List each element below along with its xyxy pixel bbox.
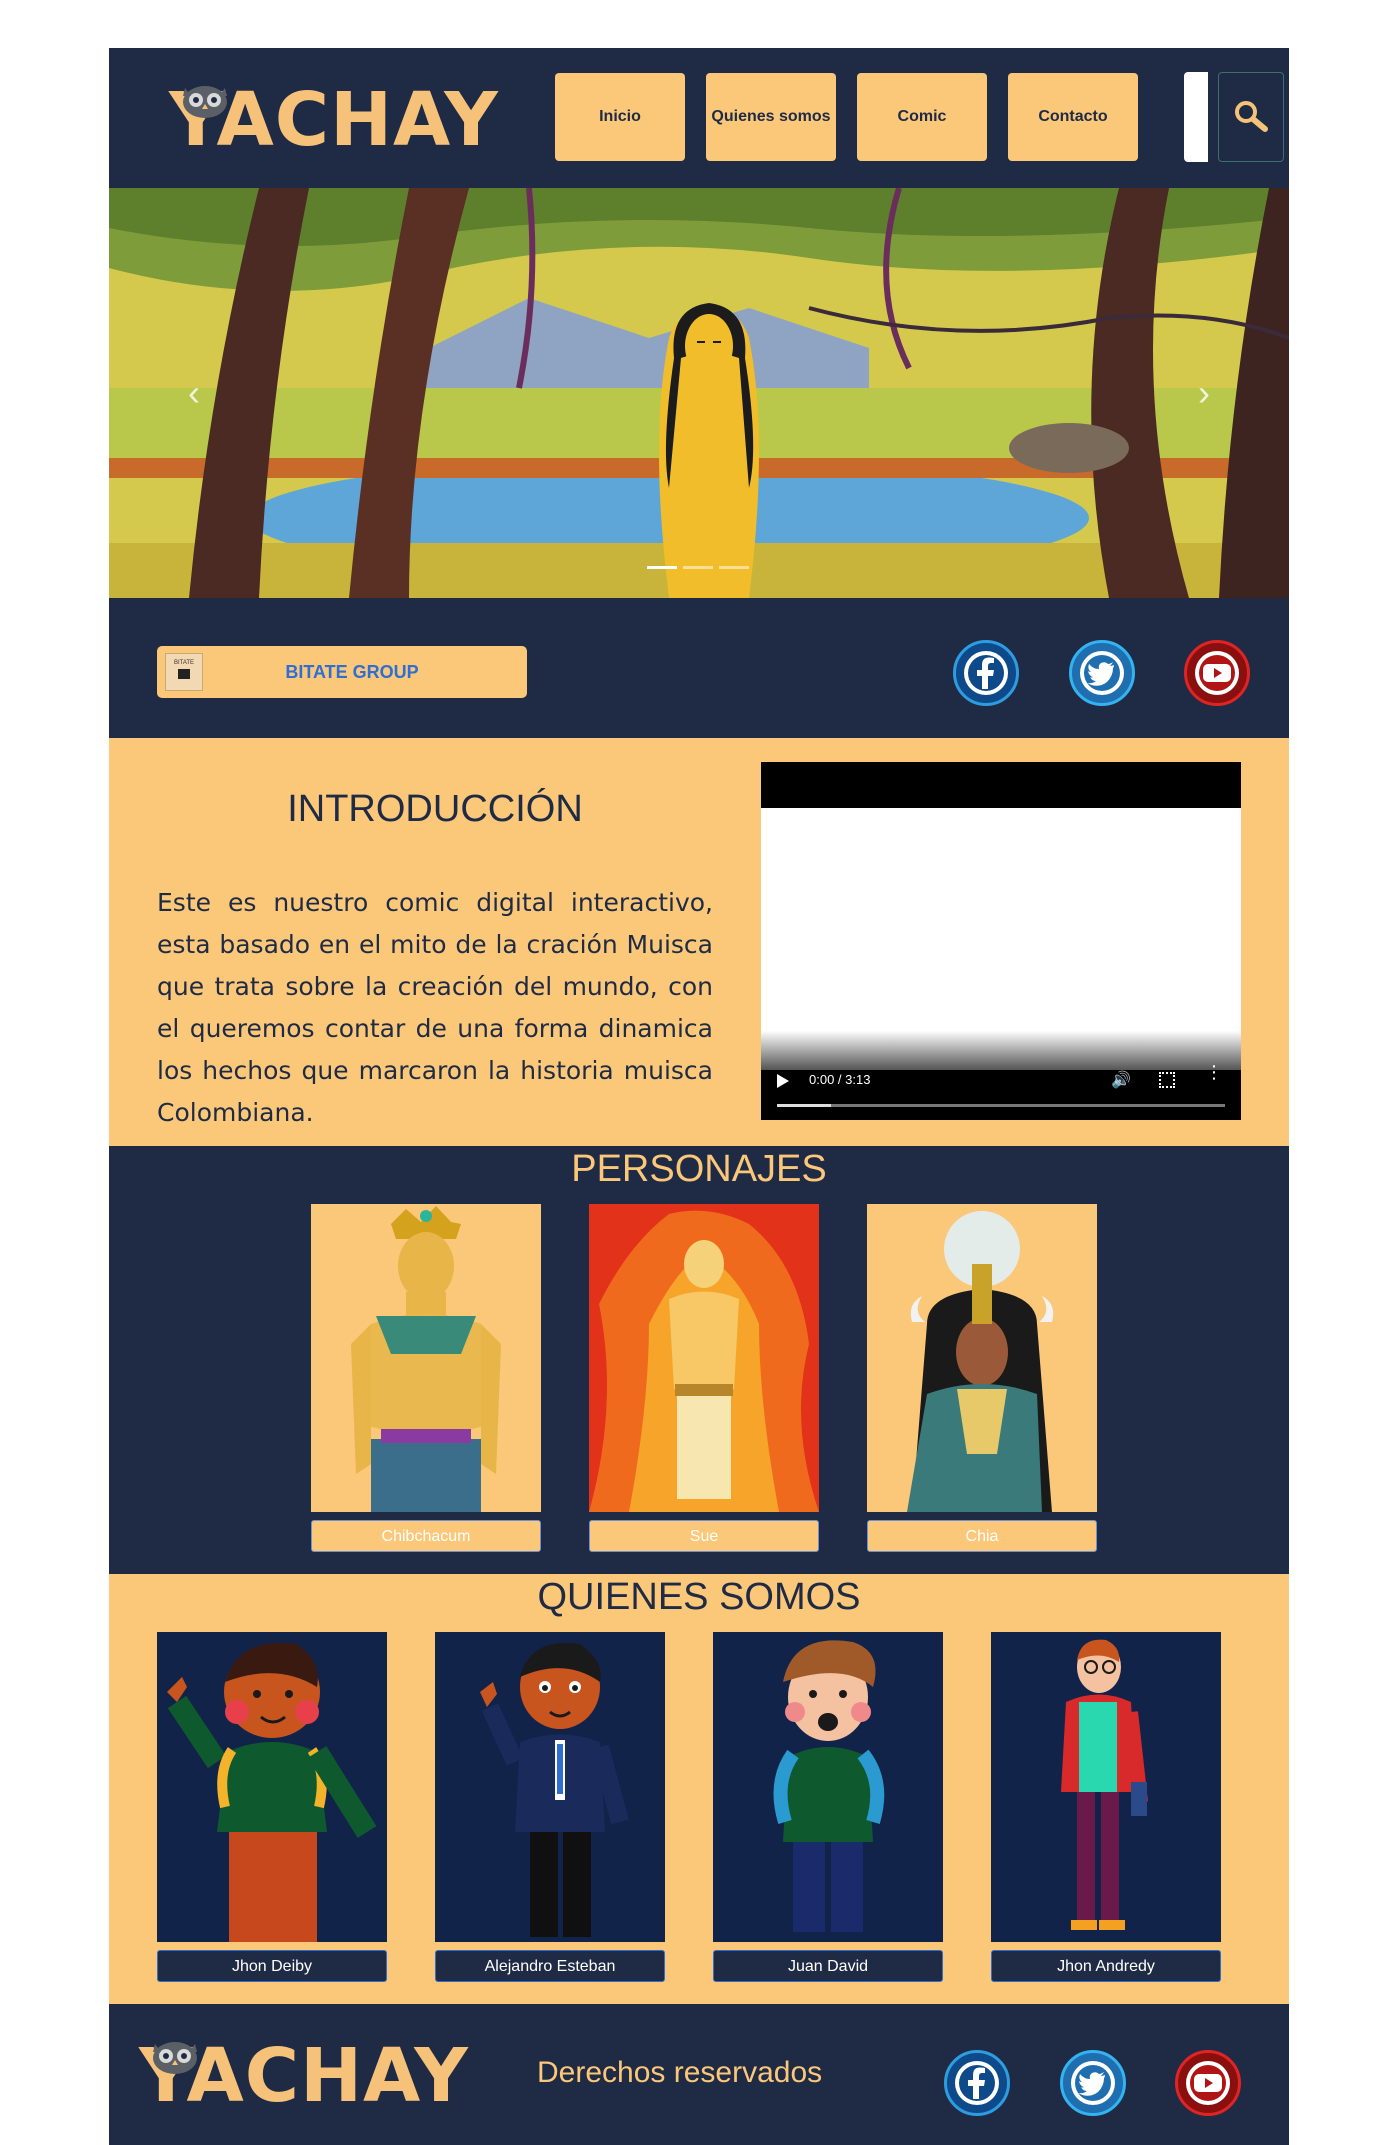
nav-quienes-somos[interactable]: Quienes somos bbox=[706, 73, 836, 161]
team-card: Jhon Deiby bbox=[157, 1632, 387, 1982]
fullscreen-icon[interactable] bbox=[1159, 1072, 1175, 1088]
team-member-label[interactable]: Jhon Andredy bbox=[991, 1950, 1221, 1982]
carousel-indicators bbox=[647, 566, 749, 569]
footer-twitter-button[interactable] bbox=[1060, 2050, 1126, 2116]
chia-image[interactable] bbox=[867, 1204, 1097, 1512]
juan-david-avatar[interactable] bbox=[713, 1632, 943, 1942]
carousel-dot-1[interactable] bbox=[647, 566, 677, 569]
owl-icon bbox=[153, 2042, 197, 2074]
jhon-andredy-avatar[interactable] bbox=[991, 1632, 1221, 1942]
twitter-button[interactable] bbox=[1069, 640, 1135, 706]
quienes-somos-title: QUIENES SOMOS bbox=[537, 1576, 861, 1618]
footer-youtube-button[interactable] bbox=[1175, 2050, 1241, 2116]
site: YACHAY Inicio Quienes somos Comic Contac… bbox=[109, 48, 1289, 2145]
bitate-group-button[interactable]: BITATE BITATE GROUP bbox=[157, 646, 527, 698]
volume-icon[interactable]: 🔊 bbox=[1111, 1070, 1131, 1090]
quienes-somos-section: QUIENES SOMOS Jhon Deiby Alejandro Esteb… bbox=[109, 1574, 1289, 2004]
team-card: Jhon Andredy bbox=[991, 1632, 1221, 1982]
character-label[interactable]: Sue bbox=[589, 1520, 819, 1552]
carousel-dot-2[interactable] bbox=[683, 566, 713, 569]
footer-rights-text: Derechos reservados bbox=[537, 2056, 823, 2089]
hero-jungle-illustration bbox=[109, 188, 1289, 598]
intro-title: INTRODUCCIÓN bbox=[287, 788, 583, 830]
character-card: Chia bbox=[867, 1204, 1097, 1552]
footer: YACHAY Derechos reservados bbox=[109, 2004, 1289, 2145]
search-button[interactable] bbox=[1218, 72, 1284, 162]
team-member-label[interactable]: Jhon Deiby bbox=[157, 1950, 387, 1982]
video-controls: 0:00 / 3:13 🔊 ⋮ bbox=[761, 1056, 1241, 1120]
character-label[interactable]: Chibchacum bbox=[311, 1520, 541, 1552]
carousel-next-arrow[interactable]: › bbox=[1189, 373, 1219, 413]
logo[interactable]: YACHAY bbox=[169, 70, 499, 170]
play-icon[interactable] bbox=[777, 1074, 789, 1088]
character-card: Sue bbox=[589, 1204, 819, 1552]
video-progress-fill bbox=[777, 1104, 831, 1107]
search-icon bbox=[1235, 101, 1268, 132]
personajes-title: PERSONAJES bbox=[571, 1148, 827, 1190]
character-label[interactable]: Chia bbox=[867, 1520, 1097, 1552]
team-member-label[interactable]: Juan David bbox=[713, 1950, 943, 1982]
video-progress-bar[interactable] bbox=[777, 1104, 1225, 1107]
more-options-icon[interactable]: ⋮ bbox=[1205, 1063, 1223, 1081]
social-bar: BITATE BITATE GROUP bbox=[109, 598, 1289, 738]
carousel-prev-arrow[interactable]: ‹ bbox=[179, 373, 209, 413]
footer-facebook-button[interactable] bbox=[944, 2050, 1010, 2116]
facebook-button[interactable] bbox=[953, 640, 1019, 706]
alejandro-esteban-avatar[interactable] bbox=[435, 1632, 665, 1942]
nav-comic[interactable]: Comic bbox=[857, 73, 987, 161]
video-time: 0:00 / 3:13 bbox=[809, 1072, 871, 1087]
video-screen[interactable] bbox=[761, 808, 1241, 1070]
search-input[interactable] bbox=[1184, 72, 1208, 162]
header: YACHAY Inicio Quienes somos Comic Contac… bbox=[109, 48, 1289, 188]
facebook-icon bbox=[964, 651, 1008, 695]
team-card: Alejandro Esteban bbox=[435, 1632, 665, 1982]
youtube-icon bbox=[1195, 651, 1239, 695]
bitate-group-label: BITATE GROUP bbox=[285, 662, 419, 682]
character-card: Chibchacum bbox=[311, 1204, 541, 1552]
youtube-button[interactable] bbox=[1184, 640, 1250, 706]
hero-carousel: ‹ › bbox=[109, 188, 1289, 598]
nav-inicio[interactable]: Inicio bbox=[555, 73, 685, 161]
sue-image[interactable] bbox=[589, 1204, 819, 1512]
carousel-dot-3[interactable] bbox=[719, 566, 749, 569]
introduction-section: INTRODUCCIÓN Este es nuestro comic digit… bbox=[109, 738, 1289, 1146]
video-player[interactable]: 0:00 / 3:13 🔊 ⋮ bbox=[761, 762, 1241, 1120]
youtube-icon bbox=[1186, 2061, 1230, 2105]
twitter-icon bbox=[1071, 2061, 1115, 2105]
owl-icon bbox=[183, 86, 227, 118]
footer-logo[interactable]: YACHAY bbox=[139, 2026, 469, 2126]
jhon-deiby-avatar[interactable] bbox=[157, 1632, 387, 1942]
nav-contacto[interactable]: Contacto bbox=[1008, 73, 1138, 161]
team-card: Juan David bbox=[713, 1632, 943, 1982]
twitter-icon bbox=[1080, 651, 1124, 695]
team-member-label[interactable]: Alejandro Esteban bbox=[435, 1950, 665, 1982]
main-nav: Inicio Quienes somos Comic Contacto bbox=[555, 73, 1138, 163]
chibchacum-image[interactable] bbox=[311, 1204, 541, 1512]
personajes-section: PERSONAJES Chibchacum Sue Chia bbox=[109, 1146, 1289, 1574]
facebook-icon bbox=[955, 2061, 999, 2105]
intro-text: Este es nuestro comic digital interactiv… bbox=[157, 888, 713, 1127]
